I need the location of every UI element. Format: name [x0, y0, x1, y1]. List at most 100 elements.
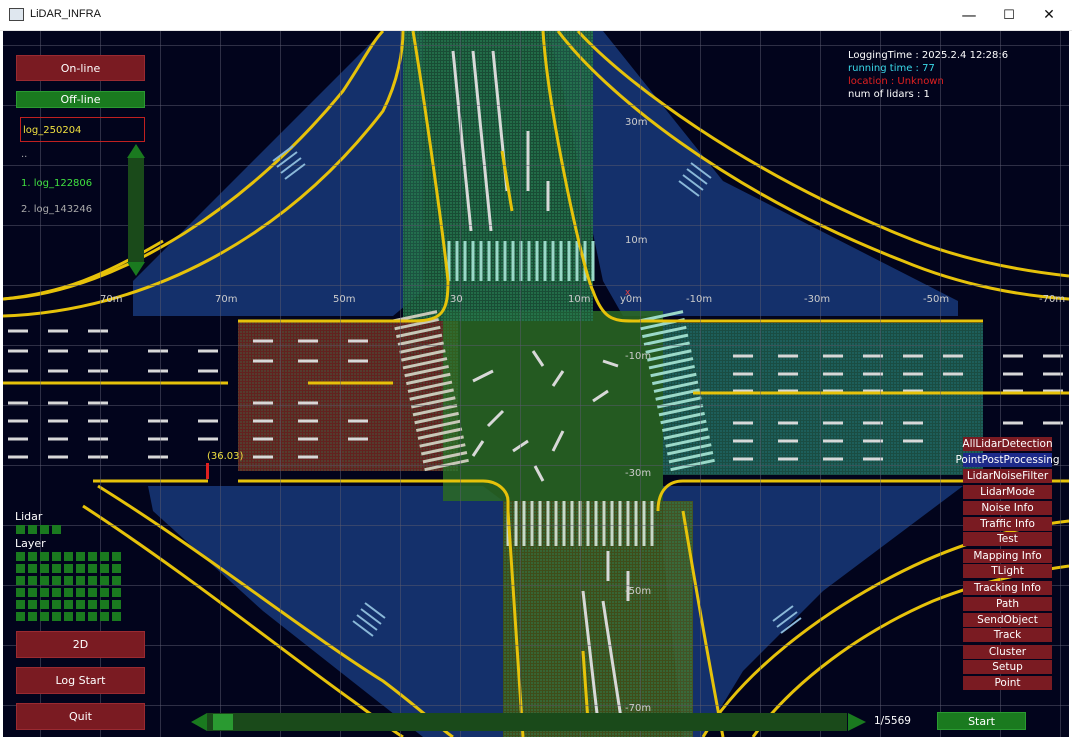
layer-toggle[interactable]	[52, 564, 61, 573]
layer-toggle[interactable]	[16, 588, 25, 597]
lidar-toggle[interactable]	[52, 525, 61, 534]
layer-toggle[interactable]	[28, 612, 37, 621]
menu-item-test[interactable]: Test	[963, 532, 1052, 546]
layer-toggle[interactable]	[28, 588, 37, 597]
layer-toggle[interactable]	[88, 612, 97, 621]
layer-toggle[interactable]	[64, 576, 73, 585]
layer-toggle[interactable]	[40, 588, 49, 597]
menu-item-noise-info[interactable]: Noise Info	[963, 501, 1052, 515]
menu-item-cluster[interactable]: Cluster	[963, 645, 1052, 659]
layer-toggle[interactable]	[100, 576, 109, 585]
scroll-bar[interactable]	[125, 144, 147, 276]
layer-toggle[interactable]	[88, 576, 97, 585]
layer-toggle[interactable]	[28, 564, 37, 573]
menu-item-pointpostprocessing[interactable]: PointPostProcessing	[955, 453, 1060, 467]
lidar-label: Lidar	[15, 510, 43, 523]
menu-item-setup[interactable]: Setup	[963, 660, 1052, 674]
layer-toggle[interactable]	[76, 588, 85, 597]
app-icon	[9, 8, 24, 21]
layer-toggle[interactable]	[40, 612, 49, 621]
layer-toggle[interactable]	[40, 552, 49, 561]
layer-toggle[interactable]	[52, 612, 61, 621]
menu-item-tracking-info[interactable]: Tracking Info	[963, 581, 1052, 595]
layer-toggle[interactable]	[64, 600, 73, 609]
layer-toggle[interactable]	[100, 588, 109, 597]
menu-item-tlight[interactable]: TLight	[963, 564, 1052, 578]
scale-v-4: -50m	[625, 586, 652, 597]
menu-item-alllidardetection[interactable]: AllLidarDetection	[962, 437, 1053, 451]
menu-item-point[interactable]: Point	[963, 676, 1052, 690]
log-input-value: log_250204	[23, 125, 82, 136]
layer-toggle[interactable]	[64, 588, 73, 597]
layer-toggle[interactable]	[28, 552, 37, 561]
parent-dir[interactable]: ..	[21, 149, 27, 160]
layer-toggle[interactable]	[16, 564, 25, 573]
offline-button[interactable]: Off-line	[16, 91, 145, 108]
timeline-slider[interactable]	[191, 712, 866, 732]
log-item-1[interactable]: 1. log_122806	[21, 178, 92, 189]
layer-toggle[interactable]	[76, 576, 85, 585]
layer-toggle[interactable]	[28, 600, 37, 609]
layer-toggle[interactable]	[88, 600, 97, 609]
layer-toggle[interactable]	[52, 552, 61, 561]
menu-item-mapping-info[interactable]: Mapping Info	[963, 549, 1052, 563]
layer-toggle[interactable]	[100, 600, 109, 609]
layer-toggle[interactable]	[100, 612, 109, 621]
menu-item-lidarnoisefilter[interactable]: LidarNoiseFilter	[963, 469, 1052, 483]
layer-toggle[interactable]	[16, 600, 25, 609]
layer-toggle[interactable]	[76, 612, 85, 621]
menu-item-path[interactable]: Path	[963, 597, 1052, 611]
layer-toggle[interactable]	[100, 552, 109, 561]
num-lidars: num of lidars : 1	[848, 89, 930, 100]
layer-toggle[interactable]	[40, 576, 49, 585]
lidar-toggle[interactable]	[28, 525, 37, 534]
layer-toggle[interactable]	[16, 576, 25, 585]
layer-toggle[interactable]	[112, 576, 121, 585]
log-input[interactable]: log_250204	[20, 117, 145, 142]
log-start-button[interactable]: Log Start	[16, 667, 145, 694]
lidar-toggle[interactable]	[16, 525, 25, 534]
2d-button[interactable]: 2D	[16, 631, 145, 658]
scale-h-4: 10m	[568, 294, 591, 305]
scale-h-2: 50m	[333, 294, 356, 305]
lidar-viewport[interactable]: x 70m 70m 50m 30 10m y0m -10m -30m -50m …	[3, 31, 1069, 737]
layer-toggle[interactable]	[112, 552, 121, 561]
app-window: LiDAR_INFRA — ☐ ✕ x 70m 70m 50m 30 10m y…	[0, 0, 1072, 740]
layer-toggle[interactable]	[100, 564, 109, 573]
layer-toggle[interactable]	[76, 552, 85, 561]
layer-toggle[interactable]	[112, 588, 121, 597]
menu-item-track[interactable]: Track	[963, 628, 1052, 642]
layer-toggle[interactable]	[112, 612, 121, 621]
layer-toggle[interactable]	[52, 576, 61, 585]
layer-toggle[interactable]	[52, 600, 61, 609]
layer-toggle[interactable]	[40, 564, 49, 573]
window-title: LiDAR_INFRA	[30, 8, 101, 20]
layer-toggle[interactable]	[40, 600, 49, 609]
layer-toggle[interactable]	[16, 552, 25, 561]
lidar-toggle[interactable]	[40, 525, 49, 534]
layer-toggle[interactable]	[52, 588, 61, 597]
layer-toggle[interactable]	[64, 612, 73, 621]
layer-toggle[interactable]	[88, 588, 97, 597]
layer-toggle[interactable]	[16, 612, 25, 621]
layer-toggle[interactable]	[88, 564, 97, 573]
layer-toggle[interactable]	[28, 576, 37, 585]
start-button[interactable]: Start	[937, 712, 1026, 730]
layer-toggle[interactable]	[88, 552, 97, 561]
frame-counter: 1/5569	[874, 715, 911, 727]
timeline-thumb	[213, 714, 233, 730]
layer-toggle[interactable]	[76, 600, 85, 609]
layer-toggle[interactable]	[112, 600, 121, 609]
marker-label: (36.03)	[207, 451, 244, 462]
log-item-2[interactable]: 2. log_143246	[21, 204, 92, 215]
layer-toggle[interactable]	[112, 564, 121, 573]
layer-toggle[interactable]	[76, 564, 85, 573]
layer-toggle[interactable]	[64, 552, 73, 561]
quit-button[interactable]: Quit	[16, 703, 145, 730]
menu-item-lidarmode[interactable]: LidarMode	[963, 485, 1052, 499]
menu-item-traffic-info[interactable]: Traffic Info	[963, 517, 1052, 531]
menu-item-sendobject[interactable]: SendObject	[963, 613, 1052, 627]
online-button[interactable]: On-line	[16, 55, 145, 81]
layer-toggle[interactable]	[64, 564, 73, 573]
close-button[interactable]: ✕	[1026, 0, 1072, 30]
